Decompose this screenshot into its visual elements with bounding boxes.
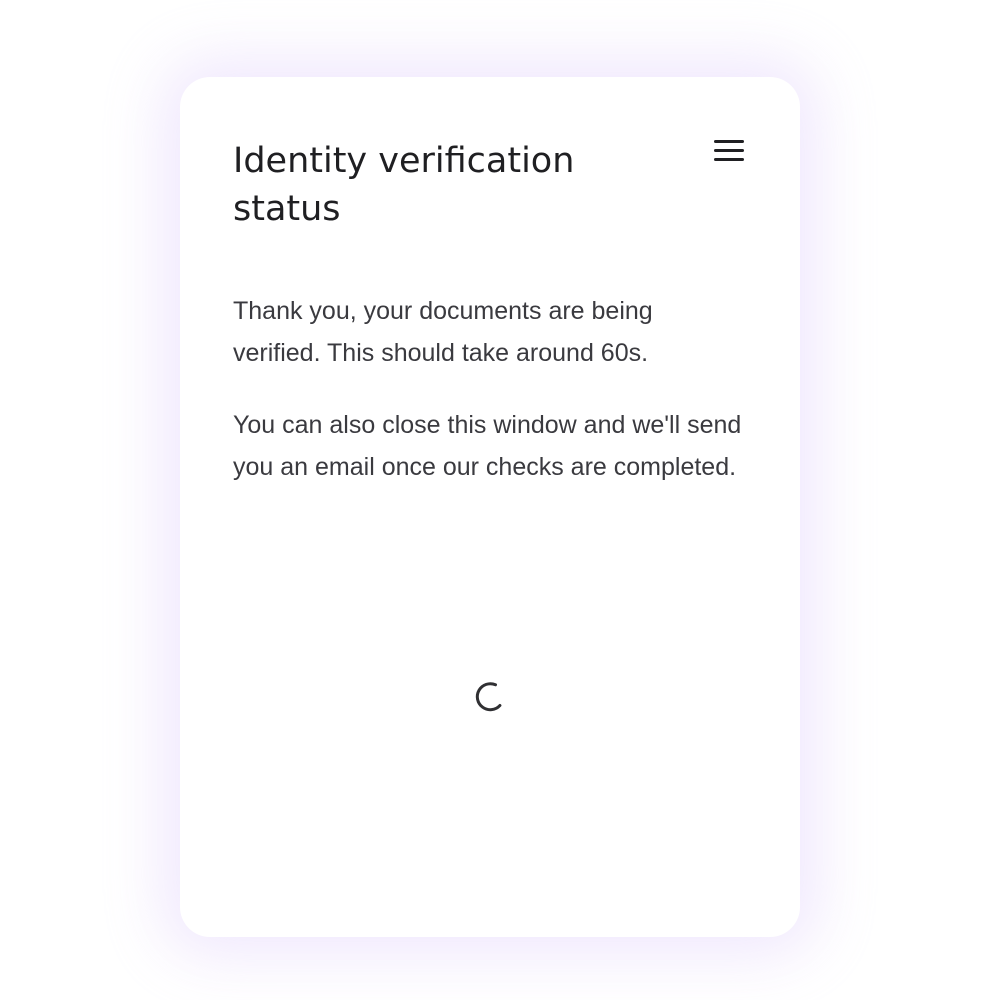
hamburger-menu-icon[interactable] — [712, 137, 746, 165]
menu-line — [714, 158, 744, 161]
menu-line — [714, 140, 744, 143]
status-message: Thank you, your documents are being veri… — [233, 297, 653, 367]
page-background: Identity verification status Thank you, … — [0, 0, 1000, 1000]
verification-status-card: Identity verification status Thank you, … — [180, 77, 800, 937]
menu-line — [714, 149, 744, 152]
page-title: Identity verification status — [233, 141, 575, 229]
email-notice-message: You can also close this window and we'll… — [233, 411, 742, 481]
loading-spinner-icon — [475, 682, 502, 712]
